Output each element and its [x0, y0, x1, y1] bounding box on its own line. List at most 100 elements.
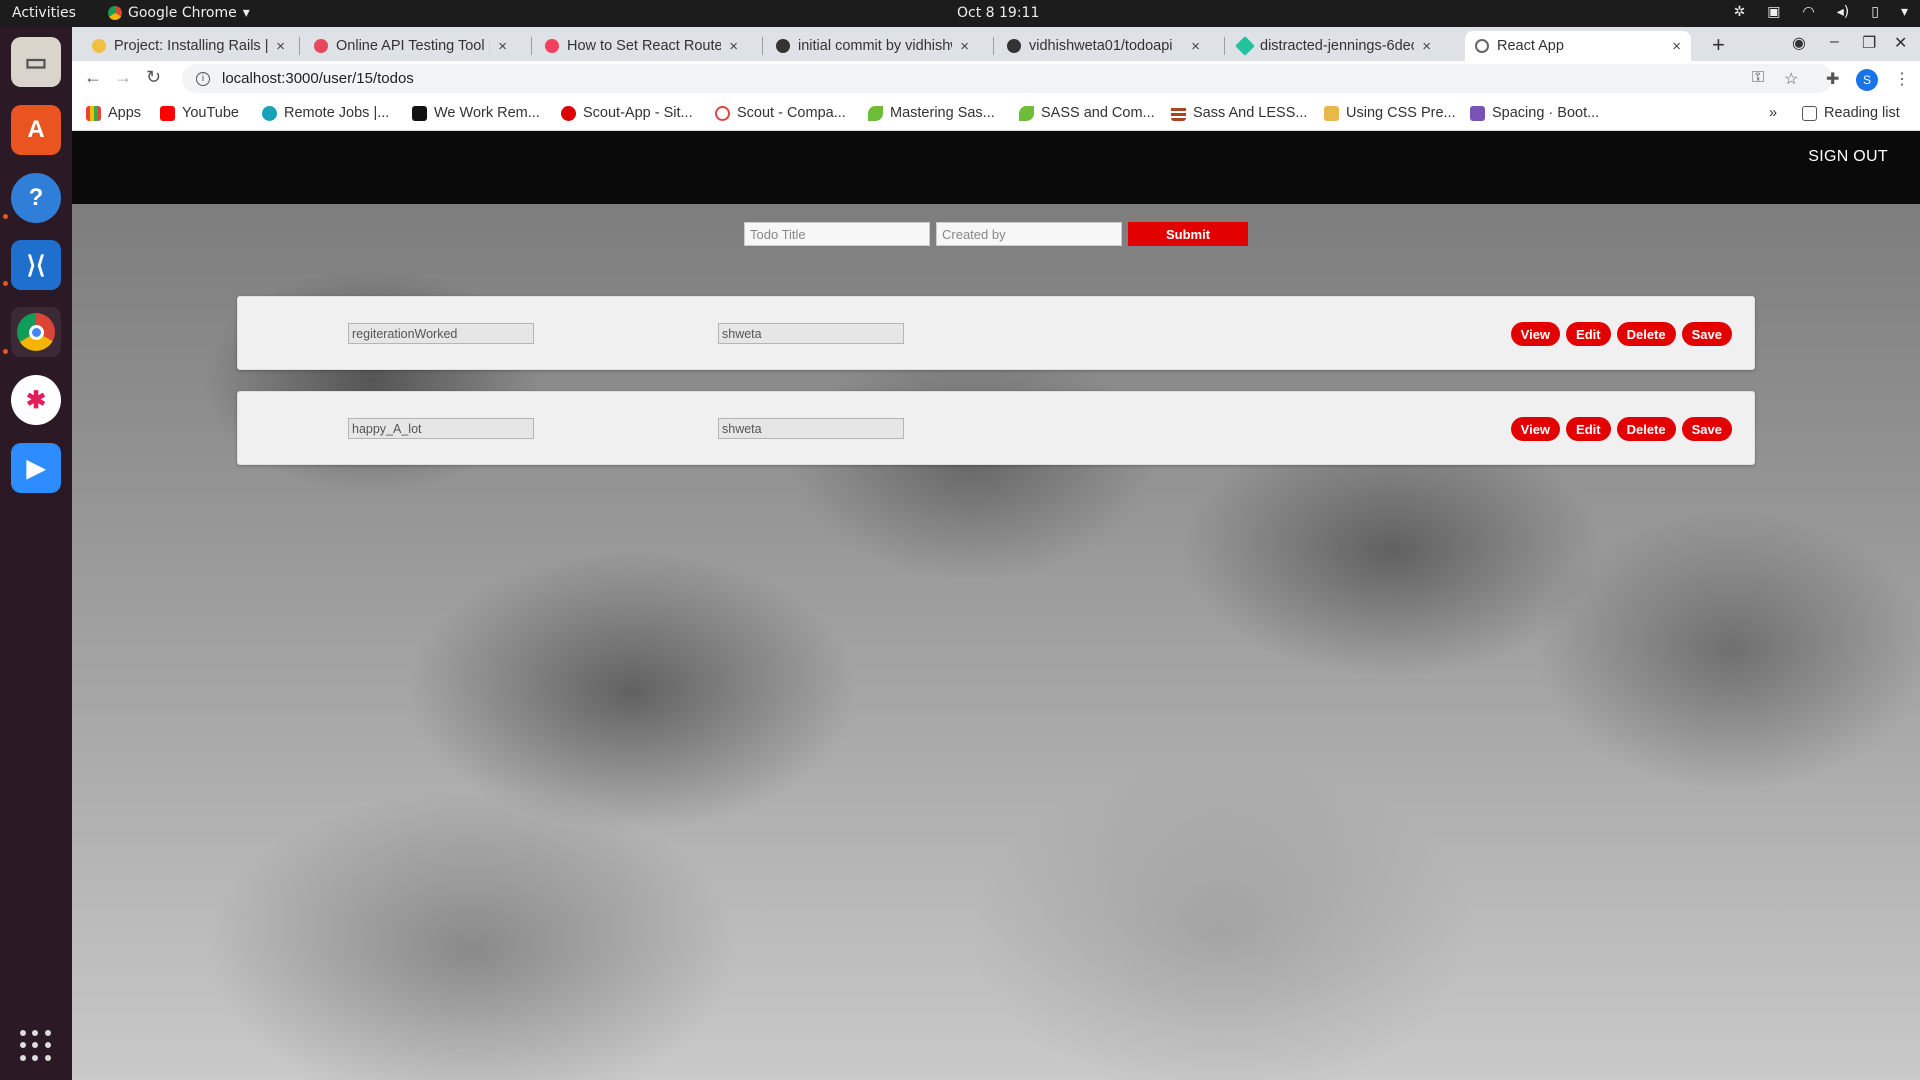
page-viewport: SIGN OUT Submit View Edit Delete Save Vi…	[72, 131, 1920, 1080]
close-tab-icon[interactable]: ×	[1422, 38, 1431, 55]
slack-tray-icon[interactable]: ✲	[1734, 4, 1746, 20]
tab-netlify-deploy[interactable]: distracted-jennings-6dec ×	[1228, 31, 1441, 61]
chrome-icon	[108, 6, 122, 20]
todo-created-by-field[interactable]	[718, 418, 904, 439]
bookmark-mastering-sass[interactable]: Mastering Sas...	[868, 105, 995, 121]
bookmark-spacing-bootstrap[interactable]: Spacing · Boot...	[1470, 105, 1599, 121]
scout-icon	[561, 105, 576, 121]
help-icon[interactable]: ?	[11, 173, 61, 223]
github-icon	[776, 39, 790, 53]
url-text: localhost:3000/user/15/todos	[222, 70, 414, 87]
system-tray[interactable]: ✲ ▣ ◠ ◂) ▯ ▾	[1734, 4, 1908, 20]
reading-list-icon	[1802, 105, 1817, 121]
delete-button[interactable]: Delete	[1616, 322, 1676, 346]
remote-jobs-icon	[262, 105, 277, 121]
bookmark-using-css-pre[interactable]: Using CSS Pre...	[1324, 105, 1456, 121]
battery-icon[interactable]: ▯	[1871, 4, 1879, 20]
bookmark-remote-jobs[interactable]: Remote Jobs |...	[262, 105, 389, 121]
bookmark-we-work-remotely[interactable]: We Work Rem...	[412, 105, 540, 121]
vscode-icon[interactable]: ⟩⟨	[11, 240, 61, 290]
site-info-icon[interactable]: i	[196, 71, 210, 86]
bookmarks-bar: Apps YouTube Remote Jobs |... We Work Re…	[72, 98, 1920, 131]
browser-toolbar: ← → ↻ i localhost:3000/user/15/todos ⚿ ☆…	[72, 61, 1920, 98]
todo-title-field[interactable]	[348, 418, 534, 439]
zoom-icon[interactable]: ▶	[11, 443, 61, 493]
bookmark-sass-and-com[interactable]: SASS and Com...	[1019, 105, 1155, 121]
bookmark-apps[interactable]: Apps	[86, 105, 141, 121]
slack-icon[interactable]: ✱	[11, 375, 61, 425]
close-tab-icon[interactable]: ×	[498, 38, 507, 55]
sign-out-link[interactable]: SIGN OUT	[1808, 148, 1888, 166]
bookmark-scout-app[interactable]: Scout-App - Sit...	[561, 105, 693, 121]
forward-icon[interactable]: →	[114, 67, 132, 88]
apps-grid-icon	[86, 105, 101, 121]
clock[interactable]: Oct 8 19:11	[957, 5, 1039, 21]
view-button[interactable]: View	[1510, 322, 1561, 346]
new-todo-form: Submit	[744, 222, 1248, 246]
more-menu-icon[interactable]: ⋮	[1894, 69, 1910, 89]
todo-title-field[interactable]	[348, 323, 534, 344]
address-bar[interactable]: i localhost:3000/user/15/todos	[182, 64, 1832, 93]
software-center-icon[interactable]: A	[11, 105, 61, 155]
wifi-icon[interactable]: ◠	[1803, 4, 1815, 20]
running-indicator	[3, 349, 8, 354]
netlify-icon	[1235, 36, 1255, 56]
tab-favicon-icon	[92, 39, 106, 53]
chrome-icon[interactable]	[11, 307, 61, 357]
close-tab-icon[interactable]: ×	[729, 38, 738, 55]
tab-favicon-icon	[545, 39, 559, 53]
restore-icon[interactable]: ❐	[1862, 33, 1876, 53]
save-button[interactable]: Save	[1681, 417, 1732, 441]
more-bookmarks-icon[interactable]: »	[1769, 105, 1777, 121]
todo-actions: View Edit Delete Save	[1510, 322, 1732, 346]
view-button[interactable]: View	[1510, 417, 1561, 441]
todo-item: View Edit Delete Save	[237, 296, 1755, 370]
edit-button[interactable]: Edit	[1566, 322, 1611, 346]
close-window-icon[interactable]: ✕	[1894, 33, 1907, 53]
tab-initial-commit[interactable]: initial commit by vidhishw ×	[766, 31, 979, 61]
tab-installing-rails[interactable]: Project: Installing Rails | ×	[82, 31, 295, 61]
volume-icon[interactable]: ◂)	[1837, 4, 1850, 20]
key-icon[interactable]: ⚿	[1752, 69, 1764, 87]
github-icon	[1007, 39, 1021, 53]
bookmark-star-icon[interactable]: ☆	[1784, 69, 1798, 89]
back-icon[interactable]: ←	[84, 67, 102, 88]
bookmark-sass-and-less[interactable]: Sass And LESS...	[1171, 105, 1307, 121]
profile-avatar[interactable]: S	[1856, 69, 1878, 91]
edit-button[interactable]: Edit	[1566, 417, 1611, 441]
chevron-down-icon: ▾	[242, 5, 250, 21]
close-tab-icon[interactable]: ×	[276, 38, 285, 55]
extensions-icon[interactable]: ✚	[1826, 69, 1839, 89]
files-icon[interactable]: ▭	[11, 37, 61, 87]
bookmark-youtube[interactable]: YouTube	[160, 105, 239, 121]
tab-react-app[interactable]: React App ×	[1465, 31, 1691, 61]
minimize-icon[interactable]: –	[1830, 33, 1839, 51]
todo-title-input[interactable]	[744, 222, 930, 246]
power-menu-icon[interactable]: ▾	[1901, 4, 1908, 20]
close-tab-icon[interactable]: ×	[960, 38, 969, 55]
tab-api-testing[interactable]: Online API Testing Tool | ×	[304, 31, 517, 61]
tab-favicon-icon	[314, 39, 328, 53]
tab-react-router[interactable]: How to Set React Router ×	[535, 31, 748, 61]
zoom-tray-icon[interactable]: ▣	[1767, 4, 1780, 20]
delete-button[interactable]: Delete	[1616, 417, 1676, 441]
activities-button[interactable]: Activities	[12, 5, 76, 21]
close-tab-icon[interactable]: ×	[1672, 38, 1681, 55]
tab-search-icon[interactable]: ◉	[1792, 33, 1806, 53]
show-applications-icon[interactable]	[20, 1030, 52, 1062]
save-button[interactable]: Save	[1681, 322, 1732, 346]
reload-icon[interactable]: ↻	[146, 67, 161, 88]
chrome-window: Project: Installing Rails | × Online API…	[72, 27, 1920, 1080]
close-tab-icon[interactable]: ×	[1191, 38, 1200, 55]
tab-strip: Project: Installing Rails | × Online API…	[72, 27, 1920, 61]
new-tab-button[interactable]: +	[1712, 32, 1725, 58]
bookmark-scout-company[interactable]: Scout - Compa...	[715, 105, 846, 121]
wwr-icon	[412, 105, 427, 121]
youtube-icon	[160, 105, 175, 121]
created-by-input[interactable]	[936, 222, 1122, 246]
submit-button[interactable]: Submit	[1128, 222, 1248, 246]
reading-list-button[interactable]: Reading list	[1802, 105, 1900, 121]
todo-created-by-field[interactable]	[718, 323, 904, 344]
tab-todoapi-repo[interactable]: vidhishweta01/todoapi ×	[997, 31, 1210, 61]
app-menu[interactable]: Google Chrome ▾	[108, 5, 250, 21]
